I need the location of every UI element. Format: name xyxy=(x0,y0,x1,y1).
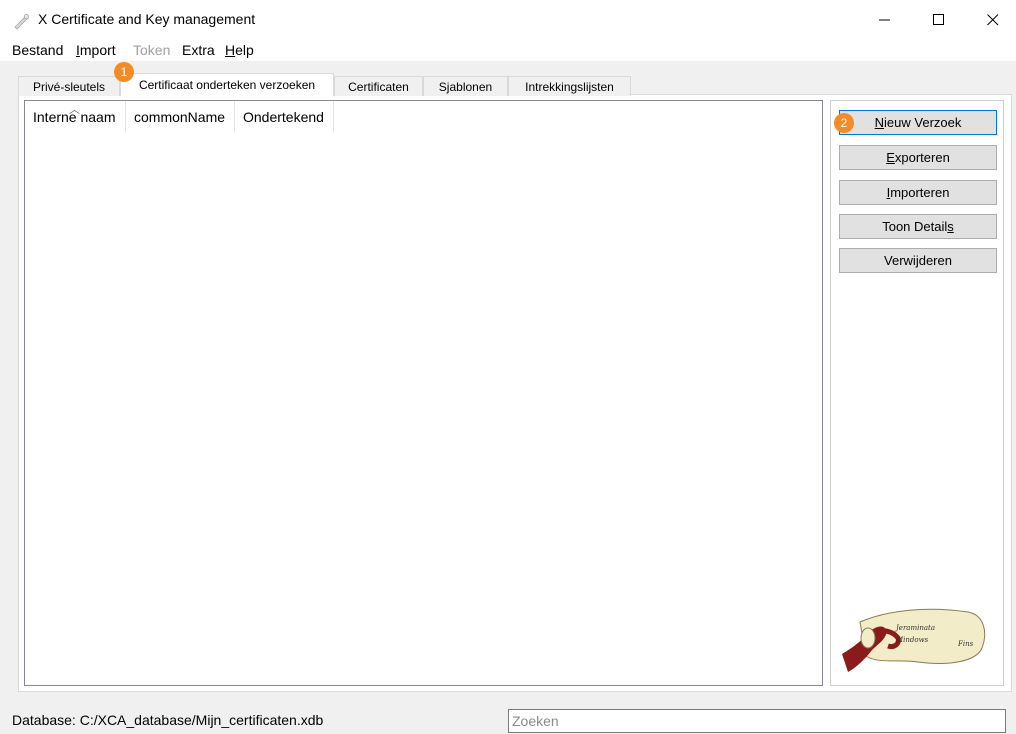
tab-certificaat-verzoeken[interactable]: Certificaat onderteken verzoeken xyxy=(120,73,334,96)
menu-help[interactable]: Help xyxy=(225,42,254,58)
logo-text-1: Jeraminata xyxy=(894,624,935,632)
title-bar: X Certificate and Key management xyxy=(0,0,1016,40)
tab-intrekkingslijsten[interactable]: Intrekkingslijsten xyxy=(508,76,631,96)
window-title: X Certificate and Key management xyxy=(38,11,256,27)
logo-text-3: Fins xyxy=(957,640,974,648)
new-request-button[interactable]: Nieuw Verzoek xyxy=(839,110,997,135)
delete-button[interactable]: Verwi j deren xyxy=(839,248,997,273)
tab-prive-sleutels[interactable]: Privé-sleutels xyxy=(18,76,120,96)
column-interne-naam[interactable]: Interne naam xyxy=(25,101,126,133)
import-label: mporteren xyxy=(890,185,950,200)
logo-text-2: Mindows xyxy=(895,636,929,644)
show-details-label: Toon Detail xyxy=(882,219,948,234)
menu-help-label: elp xyxy=(235,42,254,58)
export-mnemonic: E xyxy=(886,150,895,165)
menu-import-label: mport xyxy=(79,42,116,58)
request-list[interactable]: ︿ Interne naam commonName Ondertekend xyxy=(24,100,823,686)
app-icon xyxy=(14,13,30,30)
close-button[interactable] xyxy=(970,0,1016,40)
show-details-button[interactable]: Toon Detail s xyxy=(839,214,997,239)
new-request-mnemonic: N xyxy=(874,115,885,130)
minimize-button[interactable] xyxy=(862,0,908,40)
show-details-mnemonic: s xyxy=(947,219,954,234)
menu-help-mnemonic: H xyxy=(225,42,236,58)
menu-import[interactable]: Import xyxy=(76,42,116,58)
search-input[interactable] xyxy=(508,709,1006,733)
minimize-icon xyxy=(879,19,890,21)
new-request-label: ieuw Verzoek xyxy=(884,115,962,130)
menu-extra[interactable]: Extra xyxy=(182,42,215,58)
close-icon xyxy=(987,14,999,26)
export-label: xporteren xyxy=(894,150,950,165)
database-path: Database: C:/XCA_database/Mijn_certifica… xyxy=(12,712,324,728)
delete-label-end: deren xyxy=(918,253,952,268)
step-badge-1: 1 xyxy=(114,62,134,82)
scroll-logo: Jeraminata Mindows Fins xyxy=(842,608,986,672)
export-button[interactable]: Exporteren xyxy=(839,145,997,170)
delete-label-start: Verwi xyxy=(884,253,916,268)
menu-bestand[interactable]: Bestand xyxy=(12,42,63,58)
column-ondertekend[interactable]: Ondertekend xyxy=(235,101,334,133)
import-button[interactable]: Importeren xyxy=(839,180,997,205)
maximize-button[interactable] xyxy=(916,0,962,40)
tab-sjablonen[interactable]: Sjablonen xyxy=(423,76,508,96)
maximize-icon xyxy=(933,14,944,25)
step-badge-2: 2 xyxy=(834,113,854,133)
tab-certificaten[interactable]: Certificaten xyxy=(334,76,423,96)
menu-token[interactable]: Token xyxy=(133,42,170,58)
menu-bar: Bestand Import Token Extra Help xyxy=(0,40,1016,61)
column-commonname[interactable]: commonName xyxy=(126,101,235,133)
